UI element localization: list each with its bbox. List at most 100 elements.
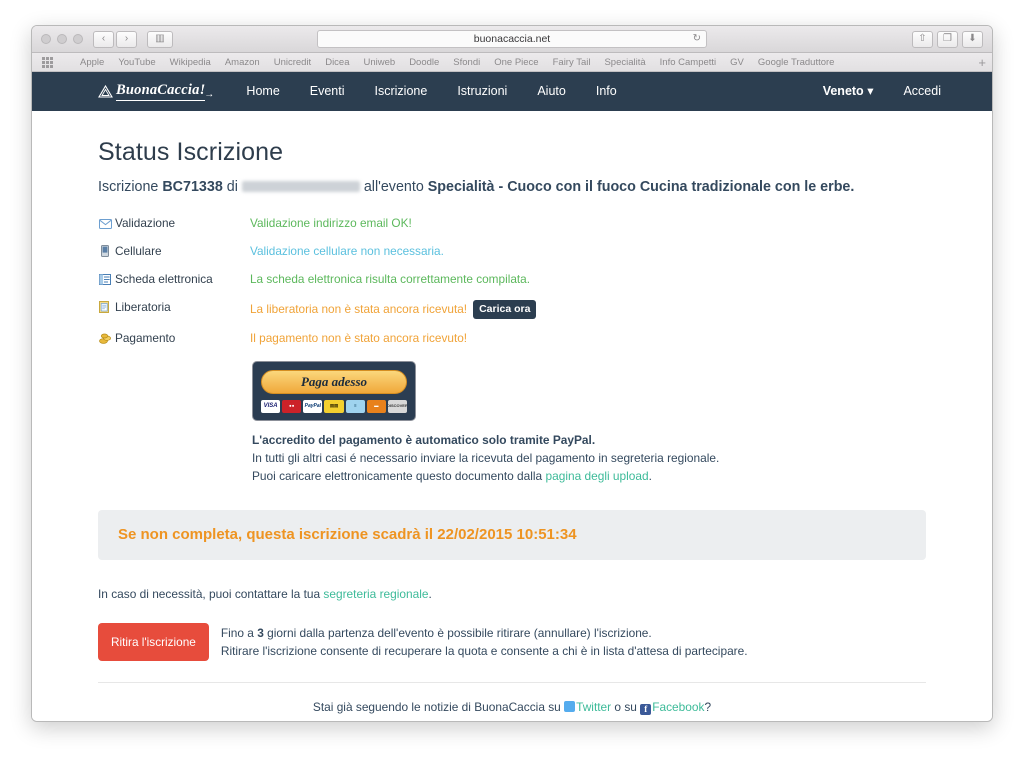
- site-logo-text: BuonaCaccia!: [116, 82, 206, 101]
- site-logo[interactable]: BuonaCaccia! →: [98, 82, 214, 101]
- upload-page-link[interactable]: pagina degli upload: [545, 469, 648, 483]
- status-row-message-cell: La liberatoria non è stata ancora ricevu…: [250, 299, 537, 331]
- status-row-label: Scheda elettronica: [115, 271, 213, 286]
- status-row: Liberatoria La liberatoria non è stata an…: [98, 299, 537, 331]
- bookmark-item[interactable]: Dicea: [325, 57, 349, 68]
- main-content: Status Iscrizione Iscrizione BC71338 di …: [32, 138, 992, 715]
- twitter-link[interactable]: Twitter: [576, 700, 611, 714]
- minimize-window-button[interactable]: [57, 34, 67, 44]
- bookmark-item[interactable]: Unicredit: [274, 57, 312, 68]
- add-bookmark-icon[interactable]: +: [978, 56, 986, 69]
- region-selector[interactable]: Veneto ▾: [808, 72, 889, 111]
- accepted-cards: VISA ●● PayPal ▤▤ ≡ ▬ DISCOVER: [261, 399, 407, 413]
- payment-note-line3-suffix: .: [648, 468, 652, 483]
- status-message: Validazione indirizzo email OK!: [250, 215, 412, 230]
- apps-grid-icon[interactable]: [42, 56, 53, 68]
- paypal-area: Paga adesso VISA ●● PayPal ▤▤ ≡ ▬ DISCOV…: [252, 360, 926, 421]
- social-middle: o su: [611, 700, 641, 714]
- amex-card-icon: ▬: [366, 399, 386, 413]
- maximize-window-button[interactable]: [73, 34, 83, 44]
- status-row-label: Pagamento: [115, 330, 176, 345]
- status-row-label-cell: Scheda elettronica: [98, 272, 250, 300]
- bookmark-item[interactable]: Uniweb: [364, 57, 396, 68]
- withdraw-registration-button[interactable]: Ritira l'iscrizione: [98, 623, 209, 661]
- contact-line: In caso di necessità, puoi contattare la…: [98, 587, 926, 601]
- share-icon[interactable]: ⇧: [912, 30, 933, 48]
- nav-link-home[interactable]: Home: [231, 72, 294, 111]
- bookmark-item[interactable]: Amazon: [225, 57, 260, 68]
- status-row-label-cell: Cellulare: [98, 244, 250, 272]
- bookmark-item[interactable]: Specialità: [604, 57, 645, 68]
- close-window-button[interactable]: [41, 34, 51, 44]
- tabs-overview-icon[interactable]: ❐: [937, 30, 958, 48]
- participant-name-redacted: [241, 181, 360, 192]
- nav-link-istruzioni[interactable]: Istruzioni: [442, 72, 522, 111]
- address-bar[interactable]: buonacaccia.net ↻: [317, 30, 707, 48]
- withdraw-line1-prefix: Fino a: [220, 625, 258, 640]
- mastercard-card-icon: ●●: [282, 399, 302, 413]
- toolbar-right-buttons[interactable]: ⇧ ❐ ⬇: [912, 30, 983, 48]
- login-link[interactable]: Accedi: [888, 72, 956, 111]
- upload-now-button[interactable]: Carica ora: [473, 299, 537, 319]
- payment-note-line1: L'accredito del pagamento è automatico s…: [252, 432, 596, 447]
- mobile-phone-icon: [98, 244, 112, 260]
- bookmark-item[interactable]: Sfondi: [453, 57, 480, 68]
- sidebar-toggle-button[interactable]: ▥: [147, 30, 173, 48]
- withdraw-section: Ritira l'iscrizione Fino a 3 giorni dall…: [98, 623, 926, 661]
- social-suffix: ?: [704, 700, 712, 714]
- nav-link-info[interactable]: Info: [581, 72, 632, 111]
- chevron-down-icon: ▾: [867, 84, 874, 98]
- status-row-label-cell: Liberatoria: [98, 300, 250, 331]
- bookmark-item[interactable]: Apple: [80, 57, 104, 68]
- status-row-label-cell: Pagamento: [98, 331, 250, 359]
- status-message: La scheda elettronica risulta correttame…: [250, 271, 530, 286]
- download-icon[interactable]: ⬇: [962, 30, 983, 48]
- bookmark-item[interactable]: Fairy Tail: [553, 57, 591, 68]
- status-row: Cellulare Validazione cellulare non neces…: [98, 244, 536, 272]
- envelope-icon: [98, 218, 112, 232]
- jcb-card-icon: ▤▤: [324, 399, 344, 413]
- status-table: Validazione Validazione indirizzo email O…: [98, 216, 537, 359]
- nav-link-aiuto[interactable]: Aiuto: [522, 72, 581, 111]
- bookmark-item[interactable]: GV: [730, 57, 744, 68]
- status-row-label-cell: Validazione: [98, 216, 250, 244]
- bookmark-item[interactable]: Google Traduttore: [758, 57, 835, 68]
- lead-event-prefix: all'evento: [359, 179, 428, 195]
- social-prefix: Stai già seguendo le notizie di BuonaCac…: [312, 700, 565, 714]
- status-message: Il pagamento non è stato ancora ricevuto…: [250, 330, 468, 345]
- payment-note: L'accredito del pagamento è automatico s…: [252, 431, 926, 485]
- status-row: Scheda elettronica La scheda elettronica …: [98, 272, 536, 300]
- navigation-buttons[interactable]: ‹ ›: [93, 30, 137, 48]
- tent-logo-icon: [98, 85, 113, 98]
- paypal-button-box[interactable]: Paga adesso VISA ●● PayPal ▤▤ ≡ ▬ DISCOV…: [252, 360, 416, 421]
- region-label: Veneto: [822, 84, 864, 98]
- bookmark-item[interactable]: Doodle: [409, 57, 439, 68]
- reload-icon[interactable]: ↻: [693, 33, 701, 44]
- status-message: Validazione cellulare non necessaria.: [250, 243, 444, 258]
- paypal-pay-now-button[interactable]: Paga adesso: [261, 369, 407, 394]
- window-controls[interactable]: [41, 34, 83, 44]
- status-message: La liberatoria non è stata ancora ricevu…: [250, 301, 468, 316]
- contact-prefix: In caso di necessità, puoi contattare la…: [98, 587, 324, 601]
- bookmark-item[interactable]: Info Campetti: [660, 57, 717, 68]
- site-nav-links: Home Eventi Iscrizione Istruzioni Aiuto Info: [231, 72, 631, 111]
- bookmark-item[interactable]: One Piece: [494, 57, 538, 68]
- bookmark-list: Apple YouTube Wikipedia Amazon Unicredit Dice…: [80, 57, 834, 68]
- back-button[interactable]: ‹: [93, 30, 114, 48]
- payment-note-line3-prefix: Puoi caricare elettronicamente questo do…: [252, 468, 546, 483]
- aura-card-icon: ≡: [345, 399, 365, 413]
- browser-toolbar: ‹ › ▥ buonacaccia.net ↻ ⇧ ❐ ⬇: [32, 26, 992, 53]
- withdraw-line2: Ritirare l'iscrizione consente di recupe…: [220, 644, 748, 658]
- bookmark-item[interactable]: YouTube: [118, 57, 155, 68]
- bookmark-item[interactable]: Wikipedia: [170, 57, 211, 68]
- regional-secretariat-link[interactable]: segreteria regionale: [323, 587, 428, 601]
- nav-link-iscrizione[interactable]: Iscrizione: [360, 72, 443, 111]
- facebook-icon[interactable]: f: [640, 704, 652, 715]
- url-text: buonacaccia.net: [473, 33, 551, 45]
- forward-button[interactable]: ›: [116, 30, 137, 48]
- twitter-icon[interactable]: [564, 701, 576, 712]
- status-row: Validazione Validazione indirizzo email O…: [98, 216, 536, 244]
- status-row-message-cell: Il pagamento non è stato ancora ricevuto…: [250, 331, 536, 359]
- facebook-link[interactable]: Facebook: [652, 700, 704, 714]
- nav-link-eventi[interactable]: Eventi: [295, 72, 360, 111]
